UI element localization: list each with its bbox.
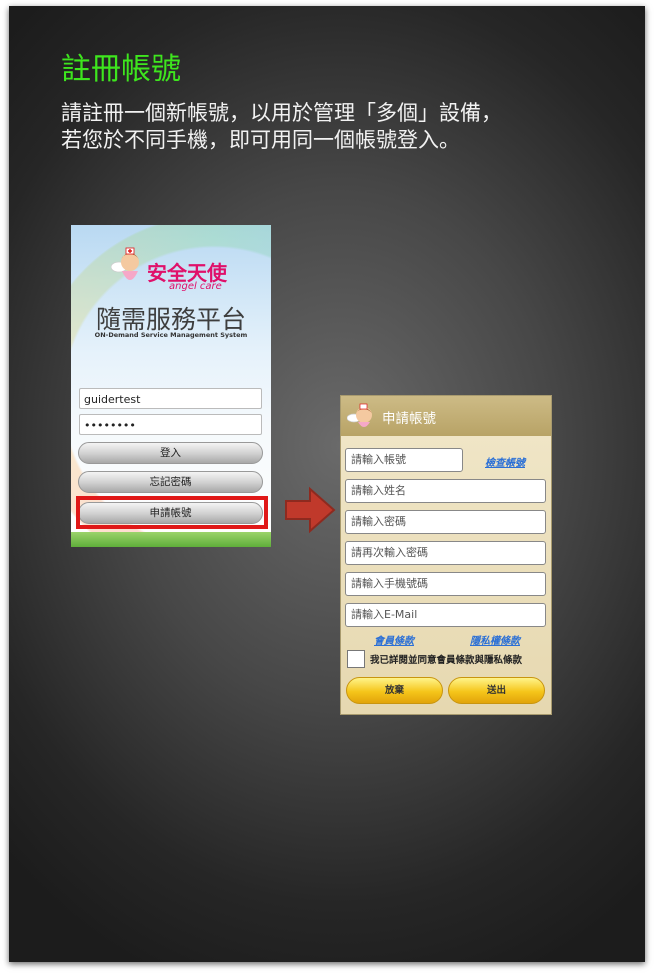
password-field[interactable]: ••••••••	[79, 414, 262, 435]
angel-logo-icon	[347, 403, 372, 427]
submit-button[interactable]: 送出	[448, 677, 545, 704]
slide-title: 註冊帳號	[61, 52, 181, 87]
slide-description: 請註冊一個新帳號，以用於管理「多個」設備， 若您於不同手機，即可用同一個帳號登入…	[61, 100, 621, 154]
username-field[interactable]: guidertest	[79, 388, 262, 409]
agree-label: 我已詳閱並同意會員條款與隱私條款	[370, 655, 523, 666]
highlight-box	[76, 496, 268, 529]
brand-subtitle: angel care	[169, 281, 222, 292]
grass-decoration	[71, 532, 271, 547]
description-line: 若您於不同手機，即可用同一個帳號登入。	[61, 128, 460, 152]
platform-subtitle: ON-Demand Service Management System	[94, 331, 248, 339]
name-input[interactable]: 請輸入姓名	[345, 479, 546, 503]
login-screen: 安全天使 angel care 隨需服務平台 ON-Demand Service…	[71, 225, 271, 547]
login-button[interactable]: 登入	[78, 442, 263, 464]
check-account-link[interactable]: 檢查帳號	[485, 454, 525, 469]
slide-panel: 註冊帳號 請註冊一個新帳號，以用於管理「多個」設備， 若您於不同手機，即可用同一…	[9, 6, 645, 962]
cancel-button[interactable]: 放棄	[346, 677, 443, 704]
dialog-title: 申請帳號	[382, 411, 436, 427]
member-terms-link[interactable]: 會員條款	[374, 632, 414, 647]
right-arrow-icon	[285, 486, 336, 534]
agree-checkbox[interactable]	[347, 650, 365, 668]
privacy-terms-link[interactable]: 隱私權條款	[470, 632, 520, 647]
account-input[interactable]: 請輸入帳號	[345, 448, 463, 472]
password-input[interactable]: 請輸入密碼	[345, 510, 546, 534]
phone-input[interactable]: 請輸入手機號碼	[345, 572, 546, 596]
password-confirm-input[interactable]: 請再次輸入密碼	[345, 541, 546, 565]
email-input[interactable]: 請輸入E-Mail	[345, 603, 546, 627]
dialog-header: 申請帳號	[341, 396, 551, 436]
angel-logo-icon	[111, 247, 139, 280]
description-line: 請註冊一個新帳號，以用於管理「多個」設備，	[61, 101, 502, 125]
forgot-password-button[interactable]: 忘記密碼	[78, 471, 263, 493]
register-dialog: 申請帳號 請輸入帳號 檢查帳號 請輸入姓名 請輸入密碼 請再次輸入密碼 請輸入手…	[340, 395, 552, 715]
